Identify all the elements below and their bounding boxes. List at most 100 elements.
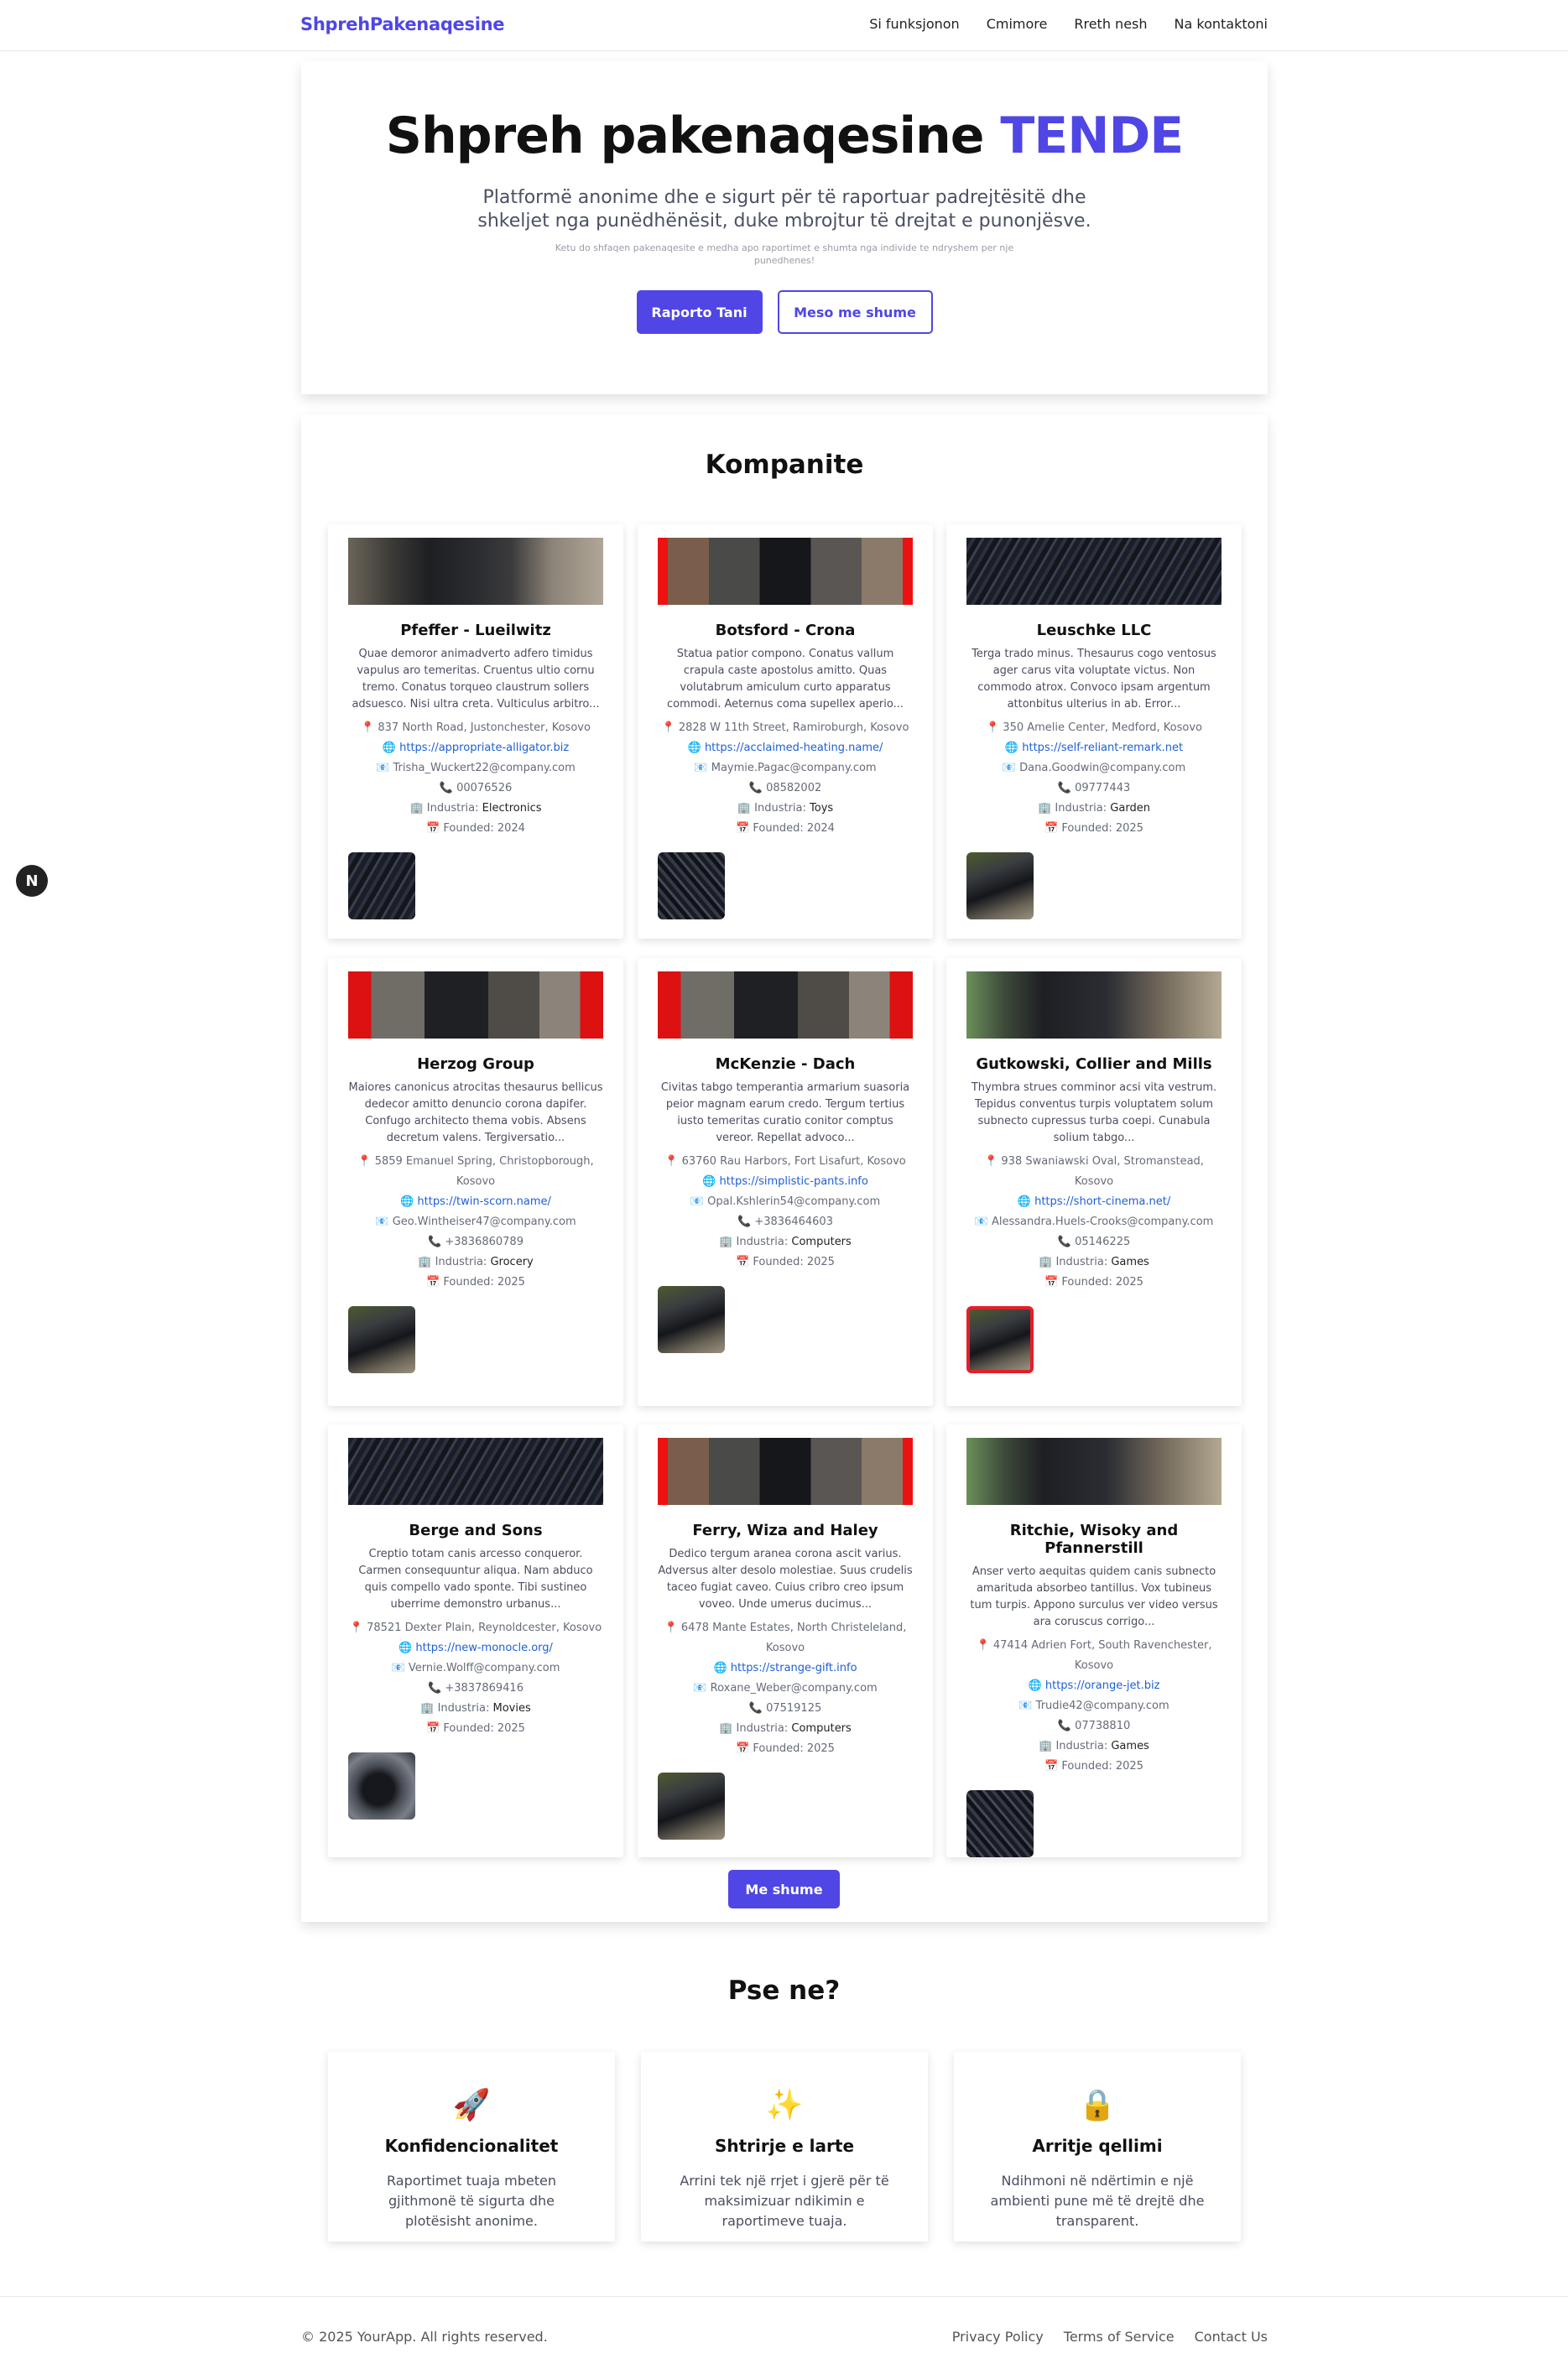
hero-buttons: Raporto Tani Meso me shume	[301, 290, 1268, 334]
company-thumbnail[interactable]	[348, 1752, 415, 1820]
industry-value: Games	[1111, 1256, 1149, 1268]
top-nav: ShprehPakenaqesine Si funksjonon Cmimore…	[0, 0, 1568, 51]
company-card[interactable]: Botsford - Crona Statua patior compono. C…	[638, 524, 933, 939]
website-link[interactable]: https://self-reliant-remark.net	[1022, 742, 1183, 754]
website-link[interactable]: https://appropriate-alligator.biz	[399, 742, 569, 754]
company-info: 📍 350 Amelie Center, Medford, Kosovo 🌐 ht…	[966, 718, 1222, 839]
email-text: Alessandra.Huels-Crooks@company.com	[991, 1216, 1214, 1228]
company-address: 📍 2828 W 11th Street, Ramiroburgh, Kosov…	[658, 718, 913, 738]
company-info: 📍 837 North Road, Justonchester, Kosovo 🌐…	[348, 718, 603, 839]
company-thumbnail[interactable]	[658, 1773, 725, 1840]
phone-icon: 📞	[428, 1236, 442, 1248]
company-card[interactable]: Gutkowski, Collier and Mills Thymbra stru…	[946, 958, 1242, 1406]
pin-icon: 📍	[664, 1622, 678, 1634]
brand-logo[interactable]: ShprehPakenaqesine	[300, 14, 504, 34]
founded-label: Founded:	[1061, 1276, 1112, 1289]
company-name[interactable]: Ferry, Wiza and Haley	[658, 1522, 913, 1539]
company-website: 🌐 https://new-monocle.org/	[348, 1638, 603, 1658]
privacy-policy-link[interactable]: Privacy Policy	[952, 2329, 1044, 2345]
more-button[interactable]: Me shume	[728, 1870, 840, 1908]
founded-label: Founded:	[443, 1276, 494, 1289]
calendar-icon: 📅	[736, 822, 750, 835]
company-address: 📍 938 Swaniawski Oval, Stromanstead, Kos…	[966, 1152, 1222, 1192]
building-icon: 🏢	[1039, 1256, 1053, 1268]
calendar-icon: 📅	[736, 1256, 750, 1268]
company-card[interactable]: Pfeffer - Lueilwitz Quae demoror animadve…	[328, 524, 623, 939]
nav-link-about[interactable]: Rreth nesh	[1074, 16, 1147, 32]
company-phone: 📞 +3836860789	[348, 1232, 603, 1252]
terms-link[interactable]: Terms of Service	[1064, 2329, 1175, 2345]
industry-label: Industria:	[1055, 1740, 1108, 1752]
company-thumbnail[interactable]	[658, 852, 725, 919]
website-link[interactable]: https://acclaimed-heating.name/	[705, 742, 883, 754]
industry-value: Computers	[791, 1722, 852, 1735]
founded-label: Founded:	[753, 1742, 804, 1755]
company-name[interactable]: Botsford - Crona	[658, 622, 913, 639]
company-name[interactable]: McKenzie - Dach	[658, 1055, 913, 1073]
company-name[interactable]: Gutkowski, Collier and Mills	[966, 1055, 1222, 1073]
company-name[interactable]: Leuschke LLC	[966, 622, 1222, 639]
company-banner-image	[348, 538, 603, 605]
industry-label: Industria:	[426, 802, 479, 815]
address-text: 350 Amelie Center, Medford, Kosovo	[1003, 721, 1203, 734]
industry-label: Industria:	[435, 1256, 487, 1268]
nav-link-how-it-works[interactable]: Si funksjonon	[869, 16, 960, 32]
globe-icon: 🌐	[687, 742, 701, 754]
company-email: 📧 Dana.Goodwin@company.com	[966, 758, 1222, 778]
website-link[interactable]: https://simplistic-pants.info	[720, 1175, 868, 1188]
company-founded: 📅 Founded: 2025	[658, 1739, 913, 1759]
phone-text: 07738810	[1075, 1720, 1131, 1732]
company-thumbnail[interactable]	[348, 852, 415, 919]
company-website: 🌐 https://strange-gift.info	[658, 1658, 913, 1679]
company-info: 📍 938 Swaniawski Oval, Stromanstead, Kos…	[966, 1152, 1222, 1293]
calendar-icon: 📅	[426, 1276, 440, 1289]
company-thumbnail[interactable]	[658, 1286, 725, 1353]
company-name[interactable]: Berge and Sons	[348, 1522, 603, 1539]
address-text: 6478 Mante Estates, North Christeleland,…	[680, 1622, 907, 1654]
company-name[interactable]: Herzog Group	[348, 1055, 603, 1073]
company-card[interactable]: Herzog Group Maiores canonicus atrocitas …	[328, 958, 623, 1406]
company-name[interactable]: Ritchie, Wisoky and Pfannerstill	[966, 1522, 1222, 1557]
founded-value: 2024	[806, 822, 835, 835]
company-phone: 📞 00076526	[348, 778, 603, 799]
company-email: 📧 Maymie.Pagac@company.com	[658, 758, 913, 778]
contact-us-link[interactable]: Contact Us	[1195, 2329, 1268, 2345]
website-link[interactable]: https://short-cinema.net/	[1034, 1195, 1170, 1208]
learn-more-button[interactable]: Meso me shume	[777, 290, 933, 334]
company-industry: 🏢 Industria: Games	[966, 1252, 1222, 1273]
company-card[interactable]: Berge and Sons Creptio totam canis arcess…	[328, 1424, 623, 1857]
company-email: 📧 Roxane_Weber@company.com	[658, 1679, 913, 1699]
company-thumbnail[interactable]	[966, 1790, 1034, 1857]
calendar-icon: 📅	[1044, 1276, 1059, 1289]
industry-value: Toys	[810, 802, 834, 815]
company-thumbnail[interactable]	[966, 852, 1034, 919]
company-website: 🌐 https://twin-scorn.name/	[348, 1192, 603, 1212]
report-now-button[interactable]: Raporto Tani	[636, 290, 763, 334]
company-card[interactable]: Ritchie, Wisoky and Pfannerstill Anser ve…	[946, 1424, 1242, 1857]
website-link[interactable]: https://orange-jet.biz	[1045, 1679, 1160, 1692]
company-thumbnail[interactable]	[348, 1306, 415, 1373]
website-link[interactable]: https://twin-scorn.name/	[417, 1195, 550, 1208]
building-icon: 🏢	[719, 1722, 733, 1735]
pin-icon: 📍	[664, 1155, 679, 1168]
pin-icon: 📍	[357, 1155, 372, 1168]
company-name[interactable]: Pfeffer - Lueilwitz	[348, 622, 603, 639]
globe-icon: 🌐	[399, 1642, 413, 1654]
address-text: 837 North Road, Justonchester, Kosovo	[378, 721, 591, 734]
dev-badge[interactable]: N	[16, 865, 48, 897]
company-card[interactable]: McKenzie - Dach Civitas tabgo temperantia…	[638, 958, 933, 1406]
company-industry: 🏢 Industria: Games	[966, 1736, 1222, 1757]
nav-link-pricing[interactable]: Cmimore	[987, 16, 1048, 32]
company-thumbnail[interactable]	[966, 1306, 1034, 1373]
founded-label: Founded:	[753, 1256, 804, 1268]
email-text: Trudie42@company.com	[1035, 1700, 1169, 1712]
company-industry: 🏢 Industria: Electronics	[348, 799, 603, 819]
company-phone: 📞 07519125	[658, 1699, 913, 1719]
nav-link-contact[interactable]: Na kontaktoni	[1175, 16, 1268, 32]
website-link[interactable]: https://new-monocle.org/	[415, 1642, 553, 1654]
website-link[interactable]: https://strange-gift.info	[731, 1662, 857, 1674]
company-card[interactable]: Leuschke LLC Terga trado minus. Thesaurus…	[946, 524, 1242, 939]
building-icon: 🏢	[719, 1236, 733, 1248]
company-card[interactable]: Ferry, Wiza and Haley Dedico tergum arane…	[638, 1424, 933, 1857]
footer-links: Privacy Policy Terms of Service Contact …	[952, 2329, 1268, 2345]
